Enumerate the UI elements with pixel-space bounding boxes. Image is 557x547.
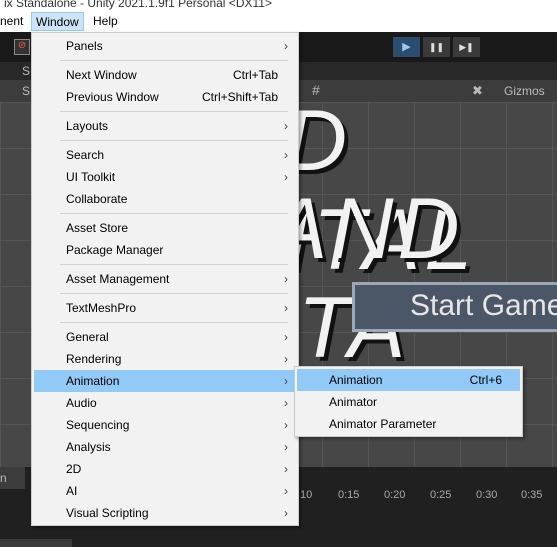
menu-item-label: Audio bbox=[66, 396, 97, 410]
menu-item-label: Search bbox=[66, 148, 105, 162]
menu-item-label: Previous Window bbox=[66, 90, 159, 104]
chevron-right-icon: › bbox=[284, 462, 288, 476]
chevron-right-icon: › bbox=[284, 484, 288, 498]
chevron-right-icon: › bbox=[284, 506, 288, 520]
menu-item-audio[interactable]: Audio › bbox=[34, 392, 296, 414]
menu-item-label: Visual Scripting bbox=[66, 506, 149, 520]
menu-item-ui-toolkit[interactable]: UI Toolkit › bbox=[34, 166, 296, 188]
menu-separator bbox=[60, 60, 288, 61]
menu-item-label: Animator bbox=[329, 395, 378, 409]
collab-icon[interactable]: ⊘ bbox=[14, 39, 30, 55]
menu-component[interactable]: nent bbox=[0, 12, 27, 31]
time-tick: 0:15 bbox=[338, 489, 360, 501]
menu-item-label: Animation bbox=[66, 374, 120, 388]
step-button[interactable]: ▶❚ bbox=[453, 37, 480, 57]
menu-item-label: Analysis bbox=[66, 440, 111, 454]
chevron-right-icon: › bbox=[284, 170, 288, 184]
menu-item-layouts[interactable]: Layouts › bbox=[34, 115, 296, 137]
time-tick: 0:30 bbox=[476, 489, 498, 501]
menu-item-label: UI Toolkit bbox=[66, 170, 116, 184]
menu-item-label: Rendering bbox=[66, 352, 122, 366]
menu-separator bbox=[60, 322, 288, 323]
menu-item-animator-parameter[interactable]: Animator Parameter bbox=[297, 413, 520, 435]
chevron-right-icon: › bbox=[284, 374, 288, 388]
animation-submenu: Animation Ctrl+6 Animator Animator Paramete… bbox=[294, 366, 523, 437]
chevron-right-icon: › bbox=[284, 418, 288, 432]
chevron-right-icon: › bbox=[284, 39, 288, 53]
title-text-line2: AND ITA bbox=[270, 181, 464, 376]
pause-button[interactable]: ❚❚ bbox=[423, 37, 450, 57]
menu-item-collaborate[interactable]: Collaborate bbox=[34, 188, 296, 210]
panel-scrollbar[interactable] bbox=[0, 539, 72, 547]
menu-item-label: Package Manager bbox=[66, 243, 164, 257]
menu-item-next-window[interactable]: Next Window Ctrl+Tab bbox=[34, 64, 296, 86]
chevron-right-icon: › bbox=[284, 301, 288, 315]
menu-item-animation[interactable]: Animation › bbox=[34, 370, 296, 392]
time-tick: 0:20 bbox=[384, 489, 406, 501]
menu-item-label: Asset Management bbox=[66, 272, 170, 286]
menu-separator bbox=[60, 213, 288, 214]
window-title: ix Standalone - Unity 2021.1.9f1 Persona… bbox=[4, 0, 272, 10]
menu-window[interactable]: Window bbox=[31, 12, 84, 31]
menu-item-label: Layouts bbox=[66, 119, 109, 133]
menu-separator bbox=[60, 293, 288, 294]
chevron-right-icon: › bbox=[284, 440, 288, 454]
menu-item-shortcut: Ctrl+Shift+Tab bbox=[201, 90, 278, 104]
menu-item-label: Collaborate bbox=[66, 192, 128, 206]
time-tick: 0:25 bbox=[430, 489, 452, 501]
menu-separator bbox=[60, 140, 288, 141]
menu-item-label: 2D bbox=[66, 462, 82, 476]
menu-item-package-manager[interactable]: Package Manager bbox=[34, 239, 296, 261]
chevron-right-icon: › bbox=[284, 272, 288, 286]
menu-item-animation[interactable]: Animation Ctrl+6 bbox=[297, 369, 520, 391]
menu-item-2d[interactable]: 2D › bbox=[34, 458, 296, 480]
scene-tab[interactable]: S bbox=[22, 64, 30, 78]
menu-item-label: Sequencing bbox=[66, 418, 130, 432]
menu-item-asset-management[interactable]: Asset Management › bbox=[34, 268, 296, 290]
menu-item-label: AI bbox=[66, 484, 78, 498]
menu-item-previous-window[interactable]: Previous Window Ctrl+Shift+Tab bbox=[34, 86, 296, 108]
start-game-button[interactable]: Start Game bbox=[352, 282, 557, 332]
panel-tab[interactable]: n bbox=[0, 467, 25, 489]
time-tick: 0:35 bbox=[521, 489, 543, 501]
menu-item-textmeshpro[interactable]: TextMeshPro › bbox=[34, 297, 296, 319]
menu-item-shortcut: Ctrl+Tab bbox=[232, 68, 278, 82]
scene-tab-label: S bbox=[22, 84, 31, 98]
chevron-right-icon: › bbox=[284, 352, 288, 366]
menu-separator bbox=[60, 264, 288, 265]
menu-help[interactable]: Help bbox=[89, 12, 122, 31]
time-tick: 10 bbox=[300, 489, 313, 501]
menu-item-label: Animation bbox=[329, 373, 383, 387]
menu-item-ai[interactable]: AI › bbox=[34, 480, 296, 502]
play-button[interactable]: ▶ bbox=[393, 37, 420, 57]
menu-item-animator[interactable]: Animator bbox=[297, 391, 520, 413]
chevron-right-icon: › bbox=[284, 396, 288, 410]
menu-bar: nent Window Help bbox=[0, 10, 557, 32]
menu-item-shortcut: Ctrl+6 bbox=[469, 373, 502, 387]
menu-item-label: Asset Store bbox=[66, 221, 129, 235]
menu-item-panels[interactable]: Panels › bbox=[34, 35, 296, 57]
menu-item-analysis[interactable]: Analysis › bbox=[34, 436, 296, 458]
menu-item-label: Panels bbox=[66, 39, 103, 53]
chevron-right-icon: › bbox=[284, 119, 288, 133]
menu-item-rendering[interactable]: Rendering › bbox=[34, 348, 296, 370]
menu-item-search[interactable]: Search › bbox=[34, 144, 296, 166]
chevron-right-icon: › bbox=[284, 330, 288, 344]
menu-item-label: Animator Parameter bbox=[329, 417, 437, 431]
menu-separator bbox=[60, 111, 288, 112]
title-bar: ix Standalone - Unity 2021.1.9f1 Persona… bbox=[0, 0, 557, 10]
menu-item-sequencing[interactable]: Sequencing › bbox=[34, 414, 296, 436]
menu-item-label: Next Window bbox=[66, 68, 137, 82]
menu-item-label: General bbox=[66, 330, 109, 344]
menu-item-visual-scripting[interactable]: Visual Scripting › bbox=[34, 502, 296, 524]
window-menu: Panels › Next Window Ctrl+Tab Previous Windo… bbox=[31, 32, 299, 526]
chevron-right-icon: › bbox=[284, 148, 288, 162]
menu-item-general[interactable]: General › bbox=[34, 326, 296, 348]
menu-item-label: TextMeshPro bbox=[66, 301, 137, 315]
menu-item-asset-store[interactable]: Asset Store bbox=[34, 217, 296, 239]
